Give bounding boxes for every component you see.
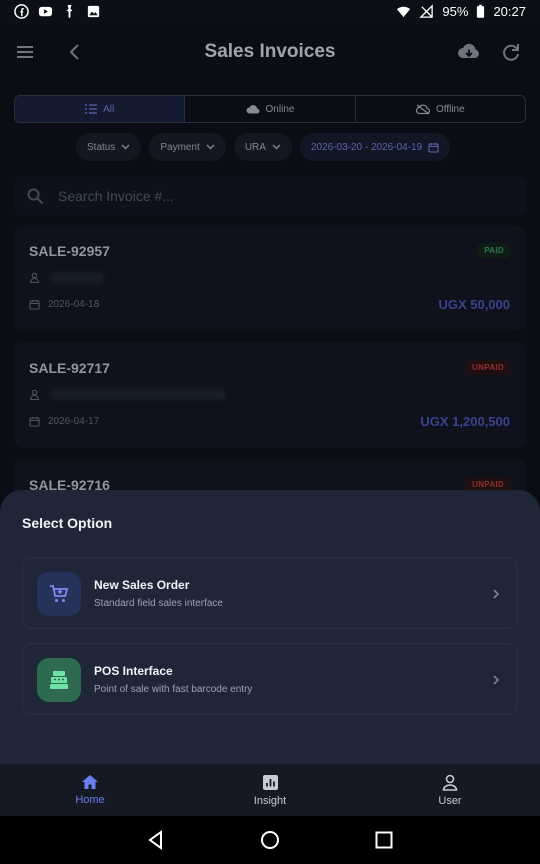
nav-user-label: User (438, 794, 462, 807)
nav-insight[interactable]: Insight (180, 764, 360, 816)
pos-interface-option[interactable]: POS Interface Point of sale with fast ba… (22, 643, 518, 715)
notification-icon (66, 4, 73, 19)
sheet-title: Select Option (22, 515, 113, 531)
youtube-icon (38, 6, 53, 17)
nav-home[interactable]: Home (0, 764, 180, 816)
system-home-icon[interactable] (260, 830, 280, 850)
system-navigation-bar (0, 816, 540, 864)
insight-chart-icon (262, 774, 278, 790)
battery-percent: 95% (442, 4, 469, 19)
option-subtitle: Point of sale with fast barcode entry (94, 684, 253, 695)
app-screen: Sales Invoices All Online Offline Status… (0, 24, 540, 764)
battery-icon (477, 4, 485, 18)
user-icon (442, 774, 458, 791)
status-bar: 95% 20:27 (0, 0, 540, 24)
cart-add-icon (50, 585, 69, 602)
no-signal-icon (419, 4, 434, 18)
option-subtitle: Standard field sales interface (94, 598, 223, 609)
option-title: New Sales Order (94, 578, 190, 592)
nav-insight-label: Insight (253, 794, 287, 807)
nav-home-label: Home (75, 794, 105, 806)
chevron-right-icon (493, 675, 500, 685)
option-icon-box (37, 572, 81, 616)
facebook-icon (14, 4, 29, 19)
chevron-right-icon (493, 589, 500, 599)
image-icon (87, 5, 100, 18)
clock: 20:27 (493, 4, 526, 19)
new-sales-order-option[interactable]: New Sales Order Standard field sales int… (22, 557, 518, 629)
option-title: POS Interface (94, 664, 173, 678)
system-back-icon[interactable] (146, 830, 166, 850)
system-recents-icon[interactable] (374, 830, 394, 850)
option-icon-box (37, 658, 81, 702)
cash-register-icon (50, 671, 68, 689)
nav-user[interactable]: User (360, 764, 540, 816)
select-option-sheet: Select Option New Sales Order Standard f… (0, 490, 540, 764)
bottom-navigation: Home Insight User (0, 764, 540, 816)
home-icon (82, 775, 98, 789)
wifi-icon (397, 6, 411, 18)
